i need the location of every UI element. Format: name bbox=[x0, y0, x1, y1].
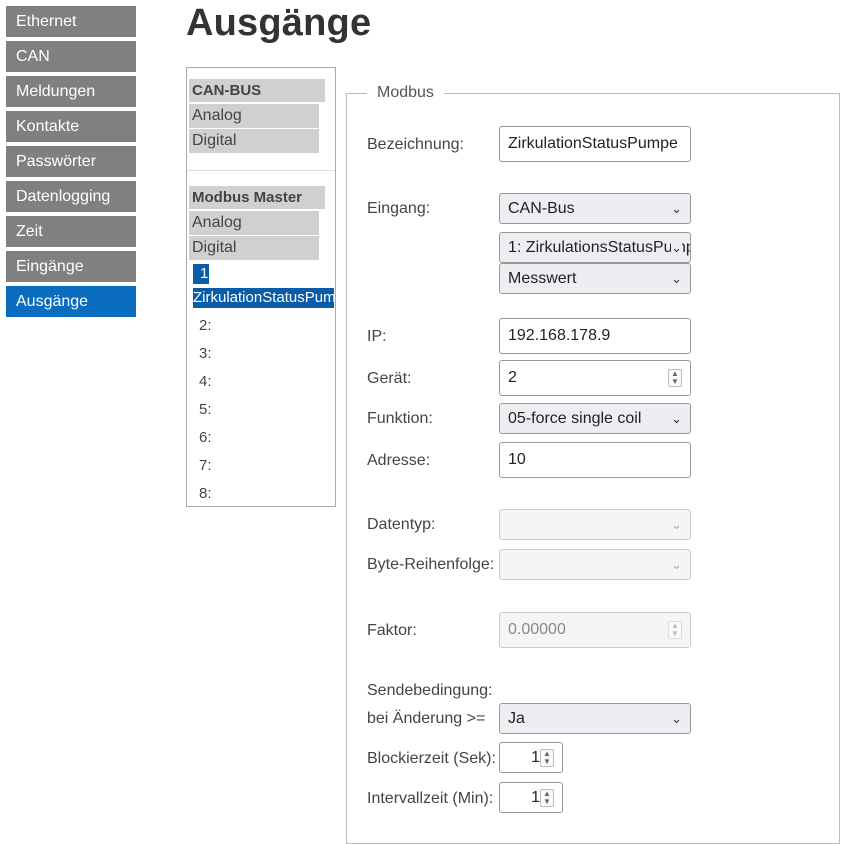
tree-modbus-analog[interactable]: Analog bbox=[189, 211, 319, 235]
bezeichnung-input[interactable]: ZirkulationStatusPumpe bbox=[499, 126, 691, 162]
tree-channel-2[interactable]: 2: bbox=[199, 317, 212, 334]
output-tree: CAN-BUS Analog Digital Modbus Master Ana… bbox=[186, 67, 336, 507]
nav-eingaenge[interactable]: Eingänge bbox=[6, 251, 136, 282]
blockierzeit-input[interactable]: 1 ▲ ▼ bbox=[499, 742, 563, 773]
tree-group-can-bus: CAN-BUS bbox=[189, 79, 325, 102]
blockierzeit-value: 1 bbox=[531, 749, 540, 766]
eingang-kind-select[interactable]: Messwert ⌄ bbox=[499, 263, 691, 294]
spinner-icon[interactable]: ▲ ▼ bbox=[668, 369, 682, 387]
tree-channel-1-number[interactable]: 1: bbox=[193, 264, 213, 284]
adresse-label: Adresse: bbox=[367, 452, 431, 469]
nav-ausgaenge[interactable]: Ausgänge bbox=[6, 286, 136, 317]
faktor-input[interactable]: 0.00000 ▲ ▼ bbox=[499, 612, 691, 648]
eingang-label: Eingang: bbox=[367, 200, 431, 217]
ip-label: IP: bbox=[367, 328, 387, 345]
nav-zeit[interactable]: Zeit bbox=[6, 216, 136, 247]
chevron-down-icon: ⌄ bbox=[671, 711, 682, 726]
ip-input[interactable]: 192.168.178.9 bbox=[499, 318, 691, 354]
geraet-input[interactable]: 2 ▲ ▼ bbox=[499, 360, 691, 396]
tree-channel-1-name[interactable]: ZirkulationStatusPumpe bbox=[193, 288, 334, 308]
faktor-value: 0.00000 bbox=[508, 621, 566, 638]
funktion-value: 05-force single coil bbox=[508, 410, 642, 427]
spinner-icon[interactable]: ▲ ▼ bbox=[668, 621, 682, 639]
modbus-legend: Modbus bbox=[377, 84, 434, 101]
tree-channel-3[interactable]: 3: bbox=[199, 345, 212, 362]
intervallzeit-label: Intervallzeit (Min): bbox=[367, 790, 494, 807]
byte-reihenfolge-select[interactable]: ⌄ bbox=[499, 549, 691, 580]
chevron-down-icon: ⌄ bbox=[671, 557, 682, 572]
side-nav: Ethernet CAN Meldungen Kontakte Passwört… bbox=[6, 6, 136, 321]
eingang-select[interactable]: CAN-Bus ⌄ bbox=[499, 193, 691, 224]
page-title: Ausgänge bbox=[186, 2, 372, 44]
chevron-down-icon: ⌄ bbox=[671, 233, 682, 262]
faktor-label: Faktor: bbox=[367, 622, 417, 639]
blockierzeit-label: Blockierzeit (Sek): bbox=[367, 750, 496, 767]
byte-reihenfolge-label: Byte-Reihenfolge: bbox=[367, 556, 495, 573]
datentyp-select[interactable]: ⌄ bbox=[499, 509, 691, 540]
chevron-down-icon: ⌄ bbox=[671, 411, 682, 426]
tree-channel-4[interactable]: 4: bbox=[199, 373, 212, 390]
tree-channel-6[interactable]: 6: bbox=[199, 429, 212, 446]
sendebedingung-label: Sendebedingung: bbox=[367, 682, 493, 699]
tree-divider bbox=[187, 170, 335, 171]
eingang-kind-value: Messwert bbox=[508, 270, 577, 287]
bei-aenderung-select[interactable]: Ja ⌄ bbox=[499, 703, 691, 734]
chevron-down-icon: ⌄ bbox=[671, 201, 682, 216]
spinner-icon[interactable]: ▲ ▼ bbox=[540, 749, 554, 767]
nav-passwoerter[interactable]: Passwörter bbox=[6, 146, 136, 177]
tree-modbus-digital[interactable]: Digital bbox=[189, 236, 319, 260]
eingang-select-value: CAN-Bus bbox=[508, 200, 575, 217]
geraet-value: 2 bbox=[508, 369, 517, 386]
nav-can[interactable]: CAN bbox=[6, 41, 136, 72]
eingang-source-select[interactable]: 1: ZirkulationsStatusPumpe ⌄ bbox=[499, 232, 691, 263]
chevron-down-icon: ⌄ bbox=[671, 517, 682, 532]
intervallzeit-value: 1 bbox=[531, 789, 540, 806]
chevron-down-icon: ⌄ bbox=[671, 271, 682, 286]
funktion-label: Funktion: bbox=[367, 410, 433, 427]
nav-ethernet[interactable]: Ethernet bbox=[6, 6, 136, 37]
bei-aenderung-label: bei Änderung >= bbox=[367, 710, 486, 727]
funktion-select[interactable]: 05-force single coil ⌄ bbox=[499, 403, 691, 434]
tree-channel-7[interactable]: 7: bbox=[199, 457, 212, 474]
datentyp-label: Datentyp: bbox=[367, 516, 436, 533]
intervallzeit-input[interactable]: 1 ▲ ▼ bbox=[499, 782, 563, 813]
nav-kontakte[interactable]: Kontakte bbox=[6, 111, 136, 142]
tree-channel-5[interactable]: 5: bbox=[199, 401, 212, 418]
geraet-label: Gerät: bbox=[367, 370, 412, 387]
spinner-icon[interactable]: ▲ ▼ bbox=[540, 789, 554, 807]
nav-meldungen[interactable]: Meldungen bbox=[6, 76, 136, 107]
bezeichnung-label: Bezeichnung: bbox=[367, 136, 464, 153]
tree-group-modbus-master: Modbus Master bbox=[189, 186, 325, 209]
adresse-input[interactable]: 10 bbox=[499, 442, 691, 478]
bei-aenderung-value: Ja bbox=[508, 710, 525, 727]
tree-can-digital[interactable]: Digital bbox=[189, 129, 319, 153]
nav-datenlogging[interactable]: Datenlogging bbox=[6, 181, 136, 212]
tree-can-analog[interactable]: Analog bbox=[189, 104, 319, 128]
eingang-source-value: 1: ZirkulationsStatusPumpe bbox=[508, 239, 691, 256]
tree-channel-8[interactable]: 8: bbox=[199, 485, 212, 502]
